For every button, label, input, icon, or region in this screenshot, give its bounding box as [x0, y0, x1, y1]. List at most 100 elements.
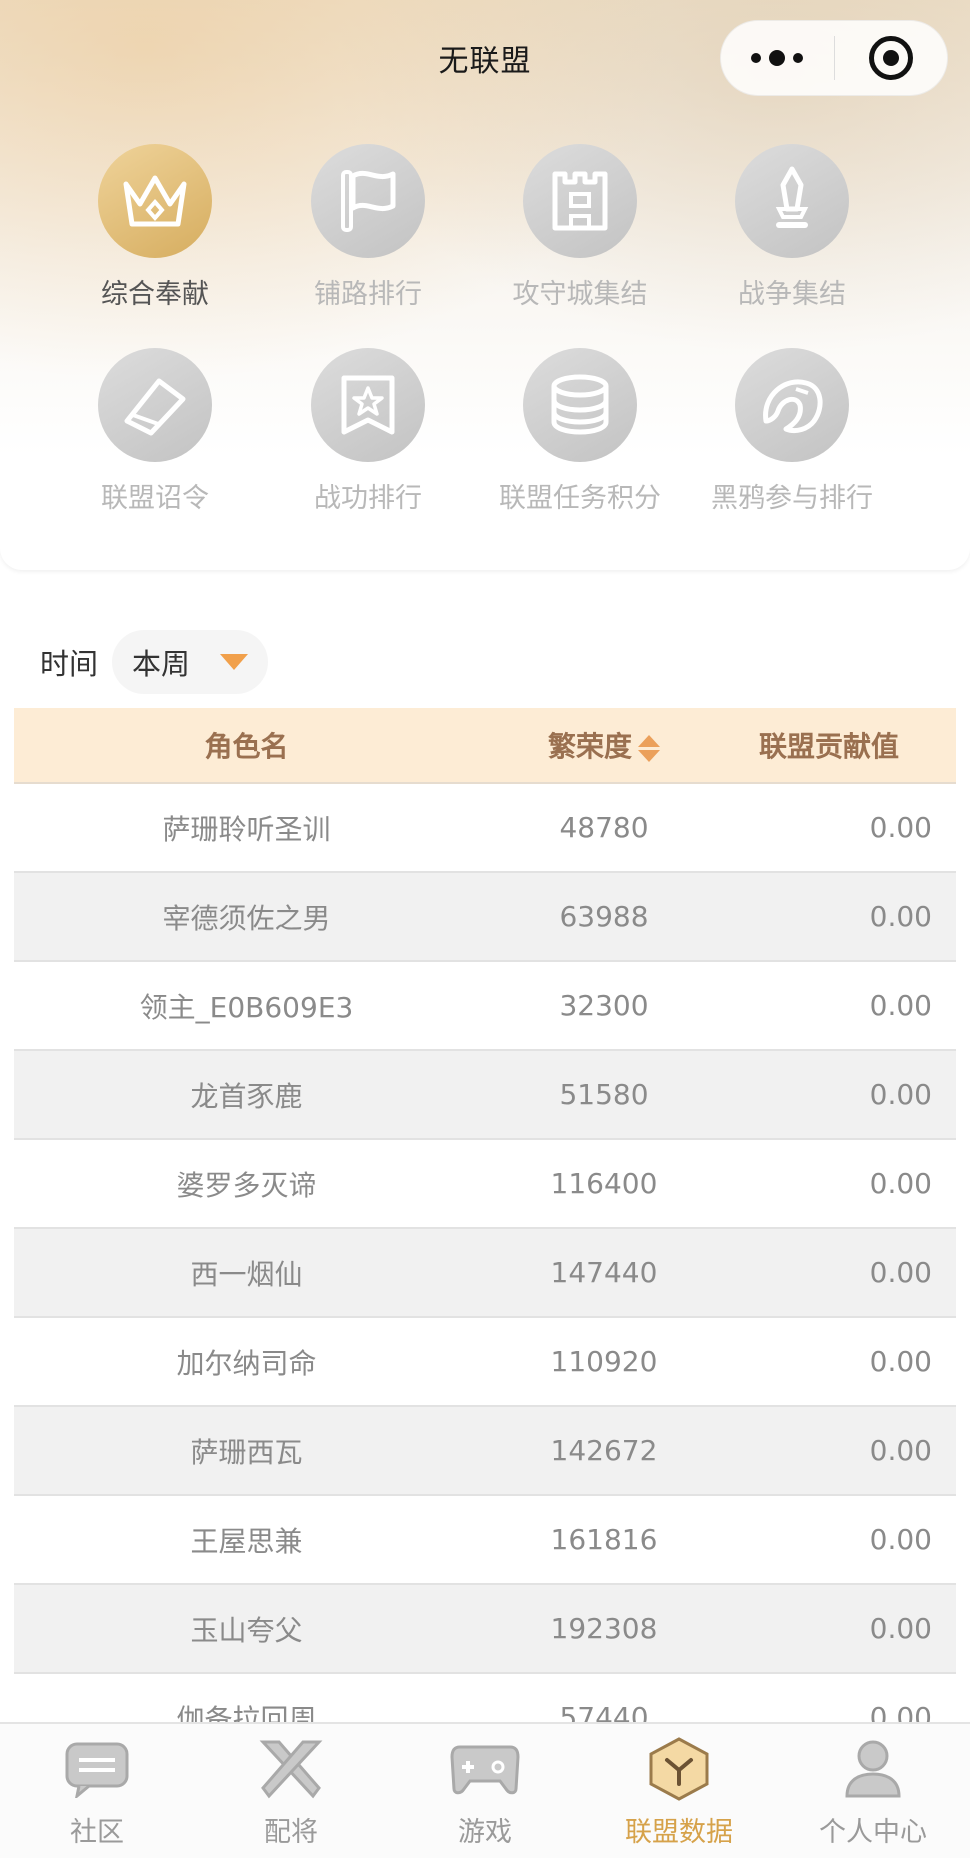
ranking-table: 角色名 繁荣度 联盟贡献值 萨珊聆听圣训 48780 0.00 宰德须佐之男 63988…: [14, 708, 956, 1722]
time-select-value: 本周: [132, 647, 191, 681]
ranking-panel: 时间 本周 角色名 繁荣度 联盟贡献值 萨珊聆听圣训 48780 0.00 宰德须佐之…: [0, 582, 970, 1722]
prosperity-cell: 192308: [550, 1612, 658, 1645]
table-row: 西一烟仙 147440 0.00: [14, 1229, 956, 1318]
table-body: 萨珊聆听圣训 48780 0.00 宰德须佐之男 63988 0.00 领主_E0B609E…: [14, 784, 956, 1722]
table-row: 领主_E0B609E3 32300 0.00: [14, 962, 956, 1051]
time-filter: 时间 本周: [40, 630, 269, 694]
role-name-cell: 宰德须佐之男: [162, 901, 331, 935]
castle-icon: [523, 144, 637, 258]
table-row: 萨珊西瓦 142672 0.00: [14, 1407, 956, 1496]
raven-icon: [735, 348, 849, 462]
menu-item-contribution[interactable]: 综合奉献: [49, 144, 261, 311]
more-dots-icon[interactable]: [721, 20, 834, 96]
table-row: 伽备拉回周 57440 0.00: [14, 1674, 956, 1722]
menu-label: 战功排行: [314, 483, 422, 514]
header-prosperity[interactable]: 繁荣度: [479, 725, 729, 765]
time-select[interactable]: 本周: [112, 630, 269, 694]
sort-icon: [638, 734, 660, 762]
prosperity-cell: 161816: [550, 1523, 658, 1556]
tab-profile[interactable]: 个人中心: [776, 1724, 970, 1858]
mini-program-capsule: [720, 20, 948, 96]
sword-icon: [735, 144, 849, 258]
menu-label: 黑鸦参与排行: [711, 483, 873, 514]
menu-item-task-points[interactable]: 联盟任务积分: [474, 348, 686, 515]
menu-label: 联盟任务积分: [499, 483, 661, 514]
close-button[interactable]: [834, 20, 947, 96]
header-prosperity-label: 繁荣度: [547, 730, 632, 763]
contribution-cell: 0.00: [869, 1167, 932, 1200]
table-row: 婆罗多灭谛 116400 0.00: [14, 1140, 956, 1229]
prosperity-cell: 63988: [559, 900, 649, 933]
prosperity-cell: 110920: [550, 1345, 658, 1378]
menu-label: 联盟诏令: [101, 483, 209, 514]
role-name-cell: 加尔纳司命: [176, 1346, 317, 1380]
contribution-cell: 0.00: [869, 1701, 932, 1722]
contribution-cell: 0.00: [869, 1256, 932, 1289]
menu-item-war-rally[interactable]: 战争集结: [686, 144, 898, 311]
tab-generals[interactable]: 配将: [194, 1724, 388, 1858]
table-row: 玉山夸父 192308 0.00: [14, 1585, 956, 1674]
time-filter-label: 时间: [40, 647, 99, 681]
prosperity-cell: 32300: [559, 989, 649, 1022]
prosperity-cell: 51580: [559, 1078, 649, 1111]
menu-label: 攻守城集结: [512, 279, 648, 310]
table-header: 角色名 繁荣度 联盟贡献值: [14, 708, 956, 784]
table-row: 宰德须佐之男 63988 0.00: [14, 873, 956, 962]
menu-item-merit-ranking[interactable]: 战功排行: [262, 348, 474, 515]
contribution-cell: 0.00: [869, 900, 932, 933]
menu-item-road-ranking[interactable]: 铺路排行: [262, 144, 474, 311]
alliance-hexagon-icon: [639, 1734, 719, 1804]
role-name-cell: 婆罗多灭谛: [176, 1168, 317, 1202]
tab-label: 游戏: [458, 1817, 512, 1848]
contribution-cell: 0.00: [869, 1078, 932, 1111]
flag-icon: [311, 144, 425, 258]
record-target-icon: [868, 36, 913, 80]
contribution-cell: 0.00: [869, 1345, 932, 1378]
role-name-cell: 王屋思兼: [190, 1524, 303, 1558]
contribution-cell: 0.00: [869, 1434, 932, 1467]
person-icon: [833, 1734, 913, 1804]
crown-icon: [98, 144, 212, 258]
tab-alliance-data[interactable]: 联盟数据: [582, 1724, 776, 1858]
role-name-cell: 玉山夸父: [190, 1613, 303, 1647]
table-row: 龙首豕鹿 51580 0.00: [14, 1051, 956, 1140]
prosperity-cell: 116400: [550, 1167, 658, 1200]
menu-label: 综合奉献: [101, 279, 209, 310]
tab-label: 个人中心: [819, 1817, 927, 1848]
contribution-cell: 0.00: [869, 989, 932, 1022]
role-name-cell: 龙首豕鹿: [190, 1079, 303, 1113]
prosperity-cell: 147440: [550, 1256, 658, 1289]
menu-item-alliance-edict[interactable]: 联盟诏令: [49, 348, 261, 515]
table-row: 王屋思兼 161816 0.00: [14, 1496, 956, 1585]
menu-item-siege-rally[interactable]: 攻守城集结: [474, 144, 686, 311]
gamepad-icon: [445, 1734, 525, 1804]
header-banner: 无联盟 综合奉献 铺路排行 攻守城集结 战争集结 联盟诏令 战功排行 联盟任务积…: [0, 0, 970, 570]
star-book-icon: [311, 348, 425, 462]
tab-label: 联盟数据: [625, 1817, 733, 1848]
header-role-name: 角色名: [204, 730, 289, 763]
prosperity-cell: 142672: [550, 1434, 658, 1467]
tab-label: 配将: [264, 1817, 318, 1848]
menu-item-raven-ranking[interactable]: 黑鸦参与排行: [686, 348, 898, 515]
header-contribution[interactable]: 联盟贡献值: [729, 725, 956, 765]
crossed-swords-icon: [251, 1734, 331, 1804]
table-row: 萨珊聆听圣训 48780 0.00: [14, 784, 956, 873]
role-name-cell: 西一烟仙: [190, 1257, 303, 1291]
menu-label: 铺路排行: [314, 279, 422, 310]
contribution-cell: 0.00: [869, 811, 932, 844]
contribution-cell: 0.00: [869, 1523, 932, 1556]
tab-label: 社区: [70, 1817, 124, 1848]
role-name-cell: 萨珊西瓦: [190, 1435, 303, 1469]
prosperity-cell: 57440: [559, 1701, 649, 1722]
role-name-cell: 萨珊聆听圣训: [162, 812, 331, 846]
menu-label: 战争集结: [738, 279, 846, 310]
role-name-cell: 伽备拉回周: [176, 1702, 317, 1723]
chat-bubble-icon: [57, 1734, 137, 1804]
dropdown-triangle-icon: [220, 654, 249, 670]
contribution-cell: 0.00: [869, 1612, 932, 1645]
role-name-cell: 领主_E0B609E3: [139, 990, 354, 1024]
tab-game[interactable]: 游戏: [388, 1724, 582, 1858]
tab-community[interactable]: 社区: [0, 1724, 194, 1858]
table-row: 加尔纳司命 110920 0.00: [14, 1318, 956, 1407]
coins-icon: [523, 348, 637, 462]
